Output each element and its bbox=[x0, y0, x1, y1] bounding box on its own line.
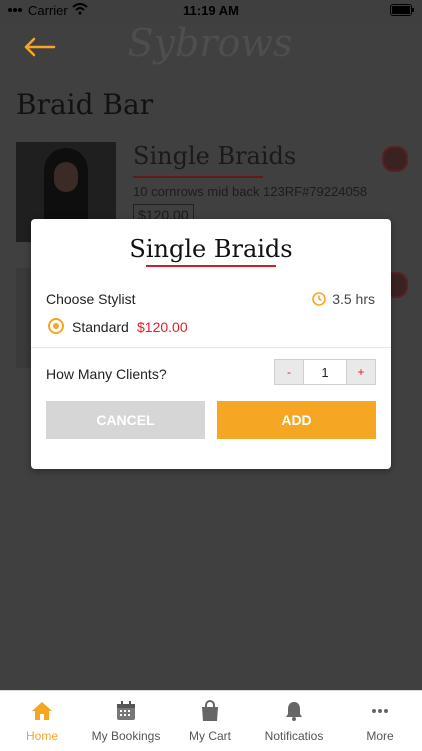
decrement-button[interactable]: - bbox=[275, 360, 303, 384]
add-button[interactable]: ADD bbox=[217, 401, 376, 439]
section-title: Braid Bar bbox=[16, 88, 154, 121]
shopping-bag-icon bbox=[202, 700, 218, 721]
brand-logo: Sybrows bbox=[127, 21, 293, 65]
divider bbox=[31, 347, 391, 348]
tab-label: My Bookings bbox=[91, 729, 161, 743]
service-title: Single Braids bbox=[133, 142, 297, 170]
tab-home[interactable]: Home bbox=[0, 699, 84, 749]
quantity-stepper: - 1 + bbox=[274, 359, 376, 385]
battery-icon bbox=[390, 4, 414, 16]
duration-text: 3.5 hrs bbox=[332, 291, 375, 307]
tab-my-bookings[interactable]: My Bookings bbox=[84, 699, 168, 749]
service-modal: Single Braids Choose Stylist 3.5 hrs Sta… bbox=[31, 219, 391, 469]
service-description: 10 cornrows mid back 123RF#79224058 bbox=[133, 184, 368, 199]
stylist-name: Standard bbox=[72, 319, 129, 335]
calendar-icon bbox=[117, 701, 135, 720]
arrow-left-icon[interactable] bbox=[22, 36, 56, 58]
clock-icon bbox=[312, 292, 326, 306]
quantity-value: 1 bbox=[303, 360, 347, 384]
tab-label: Home bbox=[25, 729, 58, 743]
clients-label: How Many Clients? bbox=[46, 366, 167, 382]
tab-label: My Cart bbox=[189, 729, 231, 743]
tab-bar: Home My Bookings My Cart Notificatios Mo… bbox=[0, 690, 422, 751]
home-icon bbox=[32, 702, 52, 720]
choose-stylist-label: Choose Stylist bbox=[46, 291, 136, 307]
duration: 3.5 hrs bbox=[312, 291, 375, 307]
modal-title-underline bbox=[146, 265, 276, 267]
increment-button[interactable]: + bbox=[347, 360, 375, 384]
stylist-price: $120.00 bbox=[137, 319, 188, 335]
tab-my-cart[interactable]: My Cart bbox=[168, 699, 252, 749]
stylist-radio[interactable] bbox=[48, 318, 64, 334]
tab-label: More bbox=[366, 729, 394, 743]
status-time: 11:19 AM bbox=[183, 3, 239, 18]
title-underline bbox=[133, 176, 263, 178]
tab-label: Notificatios bbox=[264, 729, 324, 743]
bell-icon bbox=[286, 702, 302, 721]
add-to-cart-icon[interactable] bbox=[382, 146, 408, 172]
modal-title: Single Braids bbox=[129, 235, 293, 263]
tab-notifications[interactable]: Notificatios bbox=[252, 699, 336, 749]
status-bar: Carrier 11:19 AM bbox=[0, 0, 422, 22]
cancel-button[interactable]: CANCEL bbox=[46, 401, 205, 439]
tab-more[interactable]: More bbox=[338, 699, 422, 749]
more-dots-icon bbox=[372, 709, 388, 713]
